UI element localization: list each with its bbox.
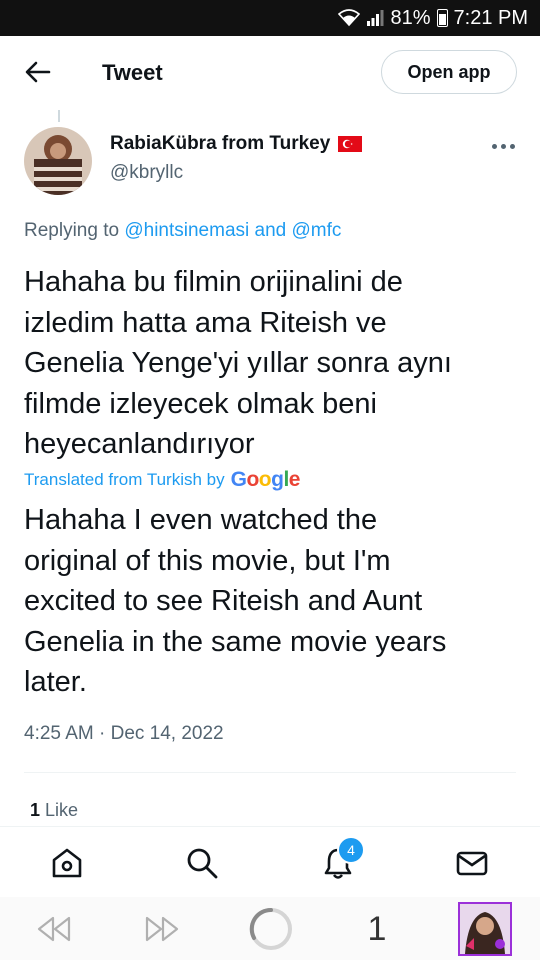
tweet-line: izledim hatta ama Riteish ve	[24, 306, 387, 339]
replying-prefix: Replying to	[24, 220, 120, 241]
tab-home[interactable]	[47, 843, 87, 883]
tab-messages[interactable]	[452, 843, 492, 883]
clock: 7:21 PM	[453, 6, 528, 29]
open-app-button[interactable]: Open app	[381, 50, 517, 94]
tweet-line: heyecanlandırıyor	[24, 428, 255, 460]
back-button[interactable]	[20, 54, 56, 90]
translation-text: Hahaha I even watched the original of th…	[24, 500, 524, 703]
signal-icon	[367, 10, 384, 26]
translation-line: original of this movie, but I'm	[24, 544, 391, 577]
more-icon	[491, 143, 497, 149]
tweet-timestamp[interactable]: 4:25 AM · Dec 14, 2022	[24, 723, 224, 745]
tab-count[interactable]: 1	[360, 907, 394, 951]
status-bar: 81% 7:21 PM	[0, 0, 540, 36]
translation-line: excited to see Riteish and Aunt	[24, 585, 423, 617]
more-button[interactable]	[488, 136, 518, 156]
forward-icon	[145, 916, 179, 942]
home-icon	[52, 848, 82, 878]
battery-icon	[436, 9, 448, 27]
divider	[24, 772, 516, 773]
avatar[interactable]	[24, 127, 92, 195]
translation-line: Genelia in the same movie years	[24, 625, 447, 658]
tweet-line: Hahaha bu filmin orijinalini de	[24, 266, 403, 298]
translation-line: Hahaha I even watched the	[24, 504, 378, 536]
likes-stat[interactable]: 1 Like	[30, 800, 78, 821]
rewind-icon	[37, 916, 71, 942]
tab-search[interactable]	[182, 843, 222, 883]
profile-thumbnail[interactable]	[458, 902, 512, 956]
reload-button[interactable]	[246, 907, 296, 951]
author-handle[interactable]: @kbryllc	[110, 162, 183, 184]
mail-icon	[456, 851, 488, 876]
tweet-line: Genelia Yenge'yi yıllar sonra aynı	[24, 347, 452, 379]
battery-percent: 81%	[390, 6, 431, 29]
browser-back-button[interactable]	[32, 907, 76, 951]
loading-icon	[249, 907, 292, 950]
header: Tweet Open app	[0, 36, 540, 110]
like-count: 1	[30, 800, 41, 820]
bottom-tab-bar	[0, 827, 540, 897]
notification-badge: 4	[337, 836, 365, 864]
search-icon	[187, 848, 218, 879]
replying-users-link[interactable]: @hintsinemasi and @mfc	[124, 220, 341, 241]
back-arrow-icon	[25, 61, 51, 83]
like-label: Like	[45, 800, 79, 820]
tweet-text: Hahaha bu filmin orijinalini de izledim …	[24, 262, 524, 465]
flag-turkey-icon	[338, 136, 363, 152]
page-title: Tweet	[102, 60, 163, 85]
author-name: RabiaKübra from Turkey	[110, 133, 331, 154]
browser-forward-button[interactable]	[140, 907, 184, 951]
thread-line	[58, 110, 60, 122]
replying-to: Replying to @hintsinemasi and @mfc	[24, 220, 341, 242]
translation-line: later.	[24, 666, 87, 698]
translated-from-label: Translated from Turkish by	[24, 470, 225, 489]
wifi-icon	[338, 9, 361, 27]
author-name-row[interactable]: RabiaKübra from Turkey	[110, 133, 363, 155]
google-logo: Google	[230, 468, 301, 491]
translation-attribution[interactable]: Translated from Turkish by Google	[24, 468, 300, 492]
tweet-line: filmde izleyecek olmak beni	[24, 387, 377, 420]
